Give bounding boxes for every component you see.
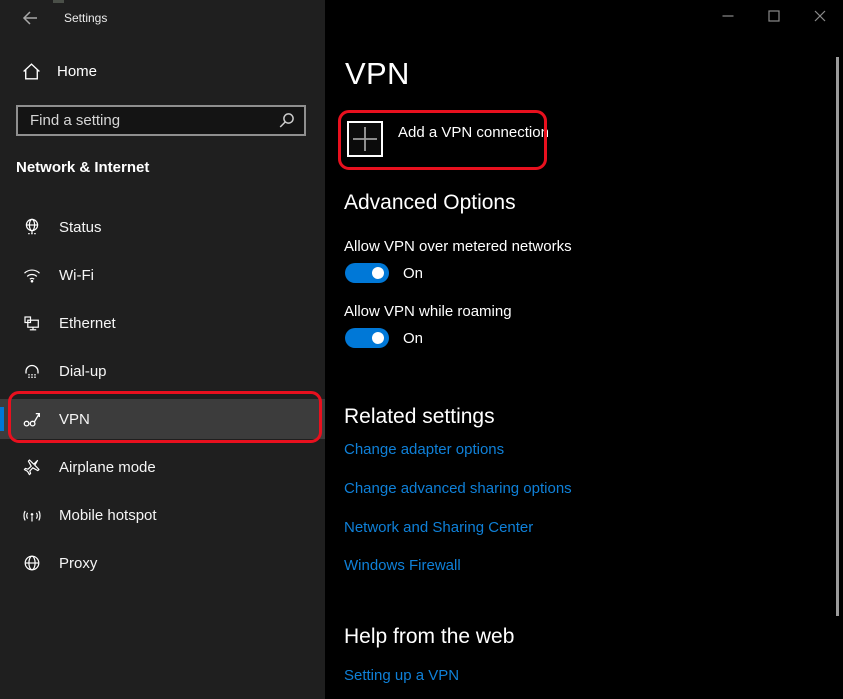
sidebar-item-home[interactable]: Home bbox=[21, 61, 97, 82]
roaming-toggle[interactable] bbox=[345, 328, 389, 348]
sidebar-item-mobile-hotspot[interactable]: Mobile hotspot bbox=[0, 495, 325, 535]
advanced-options-heading: Advanced Options bbox=[344, 191, 516, 215]
toggle-state-roaming: On bbox=[403, 330, 423, 347]
link-setting-up-a-vpn[interactable]: Setting up a VPN bbox=[344, 667, 459, 684]
sidebar-item-vpn[interactable]: VPN bbox=[0, 399, 325, 439]
proxy-icon bbox=[22, 553, 42, 573]
toggle-label-metered: Allow VPN over metered networks bbox=[344, 238, 572, 255]
add-vpn-connection-label: Add a VPN connection bbox=[398, 124, 549, 141]
minimize-icon bbox=[722, 10, 734, 22]
link-change-adapter-options[interactable]: Change adapter options bbox=[344, 441, 504, 458]
link-windows-firewall[interactable]: Windows Firewall bbox=[344, 557, 461, 574]
section-header: Network & Internet bbox=[16, 159, 149, 176]
close-icon bbox=[814, 10, 826, 22]
window-title: Settings bbox=[64, 11, 107, 25]
add-vpn-connection-button[interactable]: Add a VPN connection bbox=[347, 121, 549, 157]
link-change-advanced-sharing-options[interactable]: Change advanced sharing options bbox=[344, 480, 572, 497]
vpn-icon bbox=[22, 409, 42, 429]
page-title: VPN bbox=[345, 56, 410, 92]
minimize-button[interactable] bbox=[705, 0, 751, 31]
clipped-window-icon bbox=[53, 0, 64, 3]
airplane-icon bbox=[22, 457, 42, 477]
dialup-icon bbox=[22, 361, 42, 381]
toggle-knob bbox=[372, 267, 384, 279]
search-input[interactable]: Find a setting bbox=[16, 105, 306, 136]
back-arrow-icon bbox=[21, 10, 39, 26]
main-panel bbox=[325, 0, 843, 699]
link-network-and-sharing-center[interactable]: Network and Sharing Center bbox=[344, 519, 533, 536]
search-icon bbox=[278, 112, 295, 129]
help-from-web-heading: Help from the web bbox=[344, 625, 514, 649]
toggle-state-metered: On bbox=[403, 265, 423, 282]
plus-icon bbox=[347, 121, 383, 157]
sidebar-item-status[interactable]: Status bbox=[0, 207, 325, 247]
window-controls bbox=[705, 0, 843, 31]
vertical-scrollbar[interactable] bbox=[836, 57, 839, 616]
sidebar-item-dialup[interactable]: Dial-up bbox=[0, 351, 325, 391]
maximize-icon bbox=[768, 10, 780, 22]
sidebar-item-ethernet[interactable]: Ethernet bbox=[0, 303, 325, 343]
close-button[interactable] bbox=[797, 0, 843, 31]
maximize-button[interactable] bbox=[751, 0, 797, 31]
sidebar-item-airplane-mode[interactable]: Airplane mode bbox=[0, 447, 325, 487]
back-button[interactable] bbox=[18, 8, 42, 28]
home-icon bbox=[21, 61, 42, 82]
related-settings-heading: Related settings bbox=[344, 405, 495, 429]
sidebar: Settings Home Find a setting Network & I… bbox=[0, 0, 325, 699]
wifi-icon bbox=[22, 265, 42, 285]
sidebar-item-wifi[interactable]: Wi-Fi bbox=[0, 255, 325, 295]
selected-accent-bar bbox=[0, 407, 4, 431]
toggle-row-metered: On bbox=[345, 263, 423, 283]
sidebar-nav: Status Wi-Fi Ethernet Dial-up VPN bbox=[0, 207, 325, 583]
search-placeholder: Find a setting bbox=[30, 112, 278, 129]
toggle-knob bbox=[372, 332, 384, 344]
toggle-row-roaming: On bbox=[345, 328, 423, 348]
status-icon bbox=[22, 217, 42, 237]
sidebar-item-proxy[interactable]: Proxy bbox=[0, 543, 325, 583]
mobile-hotspot-icon bbox=[22, 505, 42, 525]
sidebar-home-label: Home bbox=[57, 63, 97, 80]
metered-networks-toggle[interactable] bbox=[345, 263, 389, 283]
toggle-label-roaming: Allow VPN while roaming bbox=[344, 303, 512, 320]
ethernet-icon bbox=[22, 313, 42, 333]
